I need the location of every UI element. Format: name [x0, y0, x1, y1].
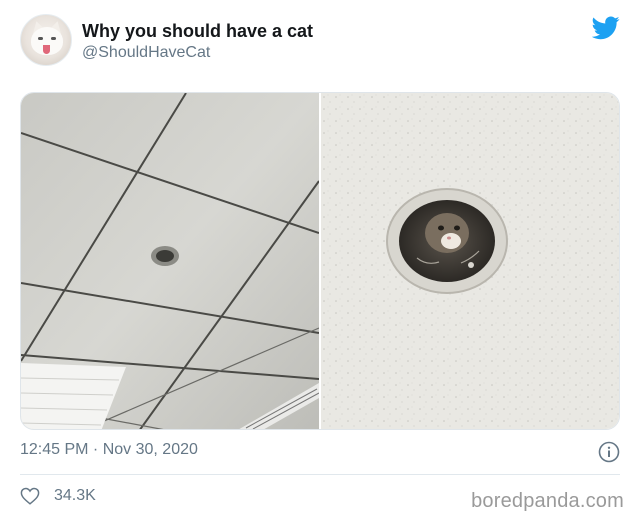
source-watermark: boredpanda.com	[471, 490, 624, 512]
heart-icon[interactable]	[20, 487, 40, 505]
author-handle[interactable]: @ShouldHaveCat	[82, 44, 210, 62]
tweet-media[interactable]	[20, 92, 620, 430]
info-icon[interactable]	[598, 441, 620, 463]
tweet-header: Why you should have a cat @ShouldHaveCat	[20, 12, 624, 72]
tweet-timestamp[interactable]: 12:45 PM · Nov 30, 2020	[20, 441, 198, 459]
twitter-bird-icon[interactable]	[592, 16, 620, 40]
ceiling-photo	[21, 93, 319, 429]
avatar[interactable]	[20, 14, 72, 66]
cat-in-ceiling-photo	[321, 93, 619, 429]
author-display-name[interactable]: Why you should have a cat	[82, 21, 313, 42]
like-count: 34.3K	[54, 487, 96, 504]
tweet-separator	[20, 474, 620, 475]
